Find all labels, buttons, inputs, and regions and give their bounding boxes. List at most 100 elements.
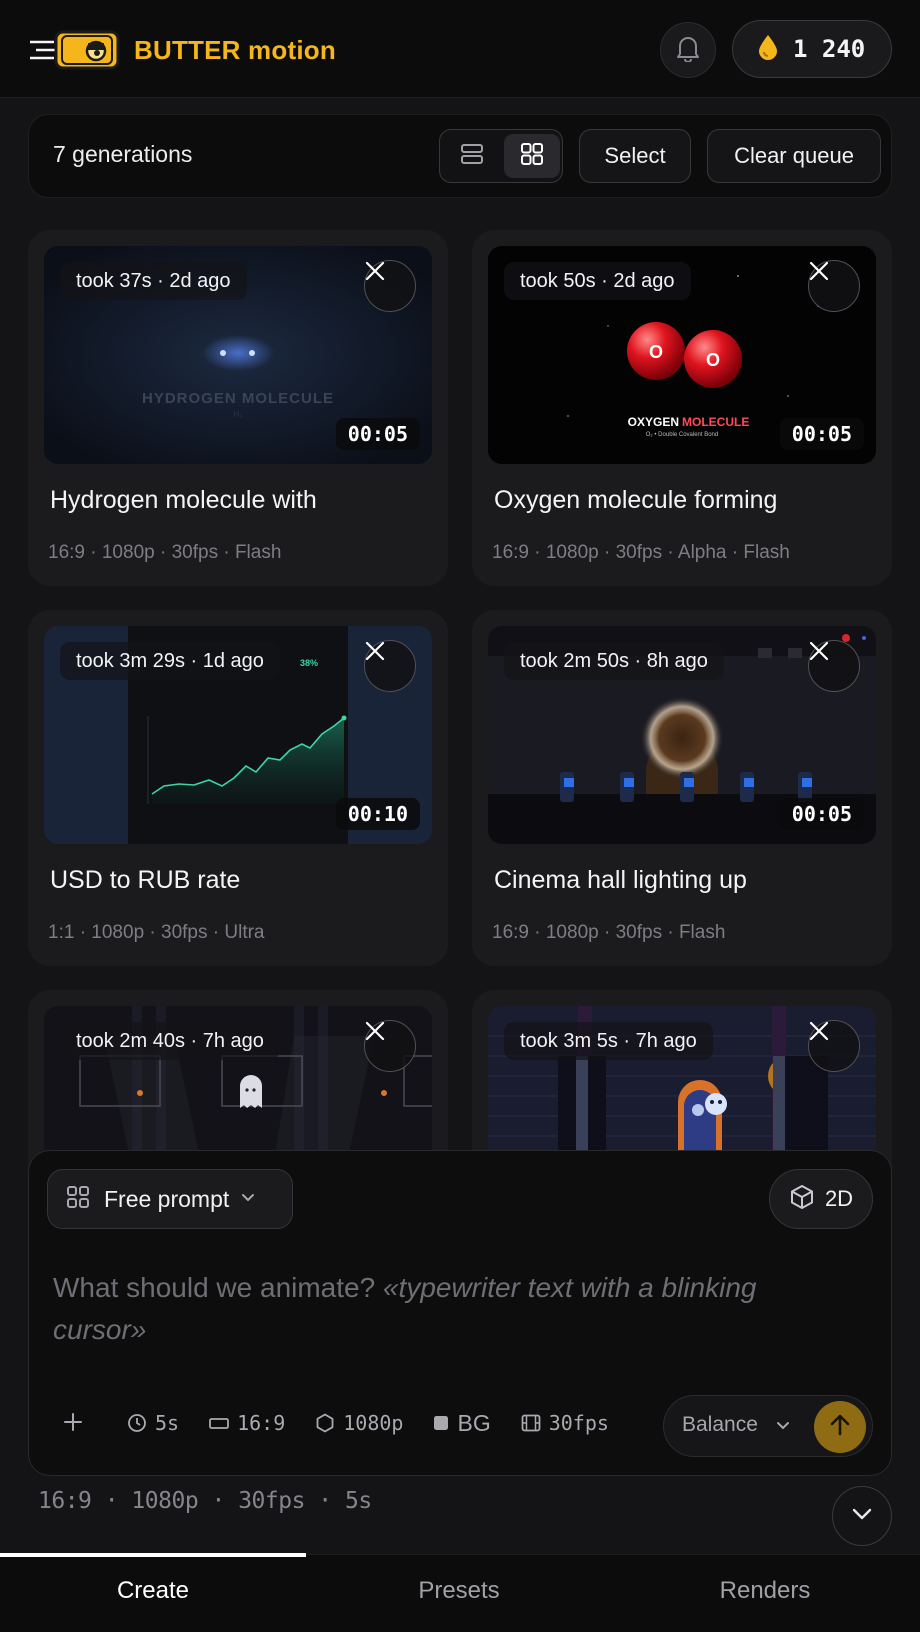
settings-summary: 16:9 · 1080p · 30fps · 5s [38, 1488, 372, 1514]
prompt-composer: Free prompt 2D What should we animate? «… [28, 1150, 892, 1476]
video-duration: 00:05 [335, 418, 420, 450]
arrow-up-icon [829, 1413, 851, 1442]
generation-card[interactable]: took 2m 50s · 8h ago 00:05 Cinema hall l… [472, 610, 892, 966]
grid-view-icon [520, 142, 544, 171]
card-title: Cinema hall lighting up [494, 866, 747, 894]
remove-card-button[interactable] [808, 260, 860, 312]
chevron-down-icon [776, 1418, 790, 1436]
add-attachment-button[interactable] [53, 1406, 93, 1440]
took-time-badge: took 3m 5s · 7h ago [504, 1022, 713, 1060]
took-time-badge: took 50s · 2d ago [504, 262, 691, 300]
tab-presets[interactable]: Presets [306, 1577, 612, 1605]
quality-mode-label: Balance [682, 1413, 758, 1436]
video-thumbnail[interactable]: 38% took 3m 29s · 1d ago 00:10 [44, 626, 432, 844]
cube-icon [789, 1184, 815, 1215]
thumb-subtitle-text: O₂ • Double Covalent Bond [646, 432, 718, 438]
grid-view-button[interactable] [504, 134, 560, 178]
duration-option[interactable]: 5s [127, 1411, 179, 1435]
background-value: BG [457, 1409, 491, 1436]
video-duration: 00:05 [779, 798, 864, 830]
video-thumbnail[interactable]: O O OXYGEN MOLECULE O₂ • Double Covalent… [488, 246, 876, 464]
prompt-input[interactable]: What should we animate? «typewriter text… [53, 1267, 843, 1351]
credits-balance-button[interactable]: 1 240 [732, 20, 892, 78]
fps-option[interactable]: 30fps [521, 1411, 609, 1435]
generation-options: 5s 16:9 1080p BG 30fps [53, 1403, 639, 1443]
dimension-label: 2D [824, 1186, 854, 1211]
thumb-title-text-accent: MOLECULE [682, 415, 749, 429]
generations-count: 7 generations [53, 141, 193, 167]
remove-card-button[interactable] [808, 1020, 860, 1072]
chevron-down-icon [852, 1507, 872, 1525]
tab-renders[interactable]: Renders [612, 1577, 918, 1605]
clock-icon [127, 1413, 147, 1433]
card-title: Hydrogen molecule with [50, 486, 317, 514]
film-icon [521, 1414, 541, 1432]
notifications-button[interactable] [660, 22, 716, 78]
aspect-ratio-value: 16:9 [237, 1411, 286, 1435]
aspect-ratio-icon [209, 1416, 229, 1430]
butter-logo-icon [28, 28, 124, 72]
credits-value: 1 240 [793, 35, 866, 63]
scroll-down-button[interactable] [832, 1486, 892, 1546]
select-button[interactable]: Select [579, 129, 691, 183]
list-view-icon [460, 143, 484, 170]
generation-card[interactable]: O O OXYGEN MOLECULE O₂ • Double Covalent… [472, 230, 892, 586]
clear-queue-button[interactable]: Clear queue [707, 129, 881, 183]
active-tab-indicator [0, 1553, 306, 1557]
card-meta: 16:9 · 1080p · 30fps · Alpha · Flash [492, 542, 790, 563]
took-time-badge: took 37s · 2d ago [60, 262, 247, 300]
card-meta: 16:9 · 1080p · 30fps · Flash [492, 922, 726, 943]
video-thumbnail[interactable]: HYDROGEN MOLECULE H₂ took 37s · 2d ago 0… [44, 246, 432, 464]
resolution-option[interactable]: 1080p [315, 1411, 403, 1435]
card-title: Oxygen molecule forming [494, 486, 778, 514]
atom-label: O [706, 350, 720, 370]
video-duration: 00:10 [335, 798, 420, 830]
tab-create[interactable]: Create [0, 1577, 306, 1605]
thumb-badge-text: 38% [300, 658, 318, 668]
atom-label: O [649, 342, 663, 362]
thumb-title-text: OXYGEN [628, 415, 679, 429]
generation-card[interactable]: HYDROGEN MOLECULE H₂ took 37s · 2d ago 0… [28, 230, 448, 586]
fps-value: 30fps [548, 1411, 609, 1435]
thumb-title-text: HYDROGEN MOLECULE [142, 390, 334, 407]
prompt-mode-label: Free prompt [104, 1185, 230, 1212]
quality-mode-dropdown[interactable]: Balance [663, 1395, 873, 1457]
took-time-badge: took 2m 50s · 8h ago [504, 642, 724, 680]
chevron-down-icon [241, 1190, 255, 1208]
bell-icon [675, 34, 701, 67]
butter-drop-icon [757, 33, 779, 66]
dimension-toggle-button[interactable]: 2D [769, 1169, 873, 1229]
card-meta: 1:1 · 1080p · 30fps · Ultra [48, 922, 265, 943]
app-screen: BUTTER motion 1 240 7 generations Select… [0, 0, 920, 1632]
brand-logo[interactable]: BUTTER motion [28, 28, 336, 72]
took-time-badge: took 2m 40s · 7h ago [60, 1022, 280, 1060]
video-thumbnail[interactable]: took 2m 50s · 8h ago 00:05 [488, 626, 876, 844]
thumb-subtitle-text: H₂ [234, 410, 243, 419]
prompt-placeholder: What should we animate? [53, 1272, 376, 1303]
aspect-ratio-option[interactable]: 16:9 [209, 1411, 285, 1435]
generate-submit-button[interactable] [814, 1401, 866, 1453]
remove-card-button[interactable] [808, 640, 860, 692]
grid-icon [66, 1185, 90, 1214]
card-meta: 16:9 · 1080p · 30fps · Flash [48, 542, 282, 563]
top-header: BUTTER motion 1 240 [0, 0, 920, 98]
remove-card-button[interactable] [364, 260, 416, 312]
brand-name: BUTTER motion [134, 34, 336, 65]
background-square-icon [433, 1415, 449, 1431]
view-mode-toggle [439, 129, 563, 183]
took-time-badge: took 3m 29s · 1d ago [60, 642, 280, 680]
plus-icon [63, 1406, 83, 1439]
video-duration: 00:05 [779, 418, 864, 450]
resolution-value: 1080p [343, 1411, 404, 1435]
hexagon-icon [315, 1413, 335, 1433]
prompt-mode-dropdown[interactable]: Free prompt [47, 1169, 293, 1229]
remove-card-button[interactable] [364, 640, 416, 692]
queue-toolbar: 7 generations Select Clear queue [28, 114, 892, 198]
generation-card[interactable]: 38% took 3m 29s · 1d ago 00:10 USD to RU… [28, 610, 448, 966]
duration-value: 5s [155, 1411, 180, 1435]
bottom-tab-bar: Create Presets Renders [0, 1553, 920, 1632]
remove-card-button[interactable] [364, 1020, 416, 1072]
card-title: USD to RUB rate [50, 866, 241, 894]
list-view-button[interactable] [444, 134, 500, 178]
background-option[interactable]: BG [433, 1409, 491, 1437]
